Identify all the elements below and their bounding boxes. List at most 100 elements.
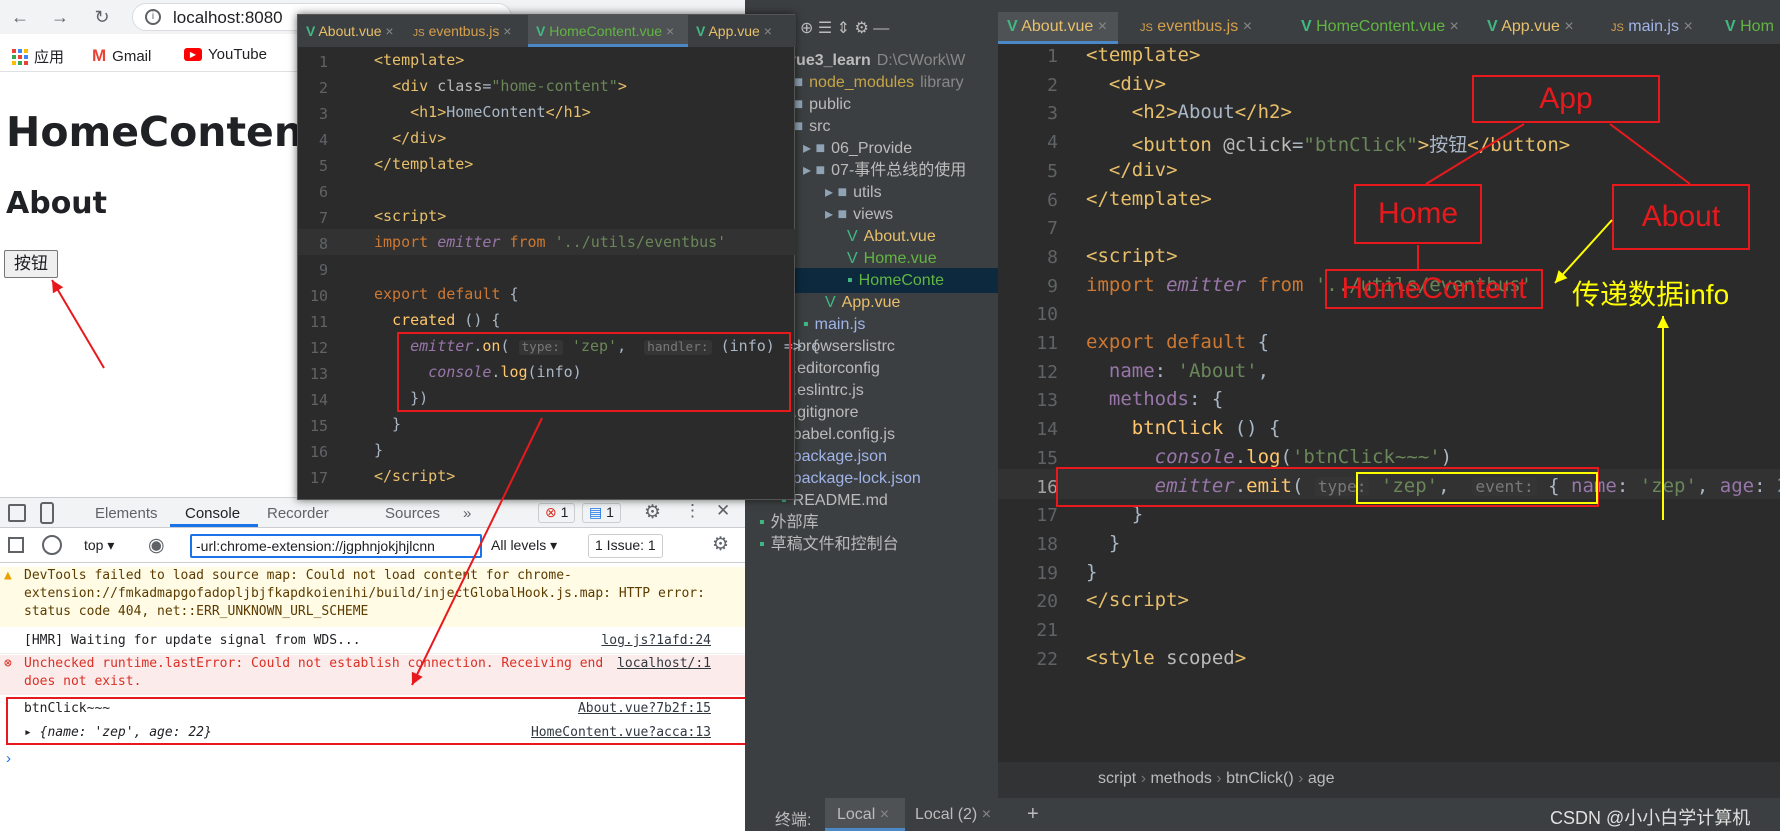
popup-line-number: 16 <box>309 443 328 461</box>
page-heading-about: About <box>6 186 108 221</box>
warning-icon: ▲ <box>4 568 12 583</box>
context-selector[interactable]: top ▾ <box>84 537 114 554</box>
close-tab-icon[interactable]: × <box>1450 18 1459 35</box>
console-prompt-icon[interactable]: › <box>6 750 11 767</box>
clear-console-icon[interactable] <box>42 535 62 555</box>
breadcrumb-item[interactable]: age <box>1308 770 1335 787</box>
vue-icon: V <box>306 23 316 39</box>
line-number: 21 <box>1036 620 1058 641</box>
code-editor[interactable]: 1 <template> 2 <div> 3 <h2>About</h2> 4 <but… <box>998 44 1780 762</box>
live-expression-eye-icon[interactable]: ◉ <box>148 534 165 557</box>
terminal-tab-local[interactable]: Local × <box>837 806 889 824</box>
close-tab-icon[interactable]: × <box>503 23 511 39</box>
console-settings-gear-icon[interactable]: ⚙ <box>712 533 729 556</box>
kebab-menu-icon[interactable]: ⋮ <box>684 501 701 521</box>
diagram-home-box: Home <box>1354 184 1482 244</box>
close-tab-icon[interactable]: × <box>385 23 393 39</box>
file-icon: V <box>825 294 836 311</box>
tab-app-vue[interactable]: V App.vue × <box>1487 18 1574 36</box>
message-counter[interactable]: ▤ 1 <box>582 503 621 523</box>
tab-console[interactable]: Console <box>185 505 240 522</box>
forward-icon[interactable]: → <box>48 5 72 29</box>
gmail-icon: M <box>92 46 107 65</box>
annotation-box-info-payload <box>1356 472 1598 504</box>
code-line: } <box>1086 531 1121 554</box>
tree-item[interactable]: ▪ 草稿文件和控制台 <box>745 532 899 557</box>
popup-code-line: } <box>374 441 384 459</box>
breadcrumb-item[interactable]: btnClick() <box>1226 770 1294 787</box>
tab-home-vue[interactable]: V Hom <box>1725 18 1774 36</box>
sidebar-toggle-icon[interactable] <box>8 537 24 553</box>
breadcrumb-item[interactable]: script <box>1098 770 1136 787</box>
popup-tab-eventbus-js[interactable]: JS eventbus.js × <box>413 23 511 39</box>
bookmark-gmail[interactable]: M Gmail <box>92 46 151 66</box>
close-tab-icon[interactable]: × <box>1683 18 1692 35</box>
line-number: 10 <box>1036 304 1058 326</box>
close-tab-icon[interactable]: × <box>666 23 674 39</box>
tree-item-label: README.md <box>792 492 888 509</box>
close-tab-icon[interactable]: × <box>1243 18 1252 35</box>
close-terminal-icon[interactable]: × <box>880 806 889 823</box>
new-terminal-plus-icon[interactable]: + <box>1027 803 1039 826</box>
tree-item-label: views <box>853 206 894 223</box>
diagram-homecontent-box: HomeContent <box>1325 269 1543 309</box>
source-link[interactable]: localhost/:1 <box>617 655 711 673</box>
message-icon: ▤ <box>589 504 603 520</box>
popup-tab-app-vue[interactable]: V App.vue × <box>696 23 772 39</box>
popup-code-line: <h1>HomeContent</h1> <box>410 103 591 121</box>
line-number: 11 <box>1036 333 1058 354</box>
more-tabs-icon[interactable]: » <box>463 505 471 522</box>
context-label: top <box>84 537 104 553</box>
close-terminal-icon[interactable]: × <box>982 806 991 823</box>
popup-line-number: 11 <box>309 313 328 331</box>
close-tab-icon[interactable]: × <box>1098 18 1107 35</box>
line-number: 8 <box>1047 246 1058 268</box>
bookmark-label: Gmail <box>112 47 152 65</box>
folder-icon: ▸ ■ <box>825 206 848 223</box>
tab-elements[interactable]: Elements <box>95 505 158 522</box>
tree-item-label: node_modules <box>809 74 915 91</box>
info-icon[interactable]: i <box>145 9 161 25</box>
log-levels-dropdown[interactable]: All levels ▾ <box>491 537 557 554</box>
bookmark-apps[interactable]: 应用 <box>12 46 64 67</box>
console-filter-input[interactable]: -url:chrome-extension://jgphnjokjhjlcnn <box>190 534 482 558</box>
close-tab-icon[interactable]: × <box>1564 18 1573 35</box>
error-counter[interactable]: ⊗ 1 <box>538 503 576 523</box>
inspect-icon[interactable] <box>8 504 26 522</box>
terminal-tab-local-2[interactable]: Local (2) × <box>915 806 991 824</box>
homecontent-editor-popup[interactable]: V About.vue × JS eventbus.js × V HomeCon… <box>297 14 820 500</box>
popup-tab-about-vue[interactable]: V About.vue × <box>306 23 394 39</box>
annotation-box-emitter-on <box>397 332 791 412</box>
youtube-icon: ▶ <box>184 48 202 61</box>
breadcrumb-item[interactable]: methods <box>1150 770 1211 787</box>
close-devtools-icon[interactable]: ✕ <box>716 501 730 521</box>
tab-sources[interactable]: Sources <box>385 505 440 522</box>
js-icon: JS <box>413 28 425 39</box>
popup-tab-homecontent-vue[interactable]: V HomeContent.vue × <box>536 23 674 39</box>
popup-code-line: export default { <box>374 285 519 303</box>
settings-gear-icon[interactable]: ⚙ <box>644 501 661 524</box>
close-tab-icon[interactable]: × <box>764 23 772 39</box>
tree-item-label: .eslintrc.js <box>792 382 864 399</box>
diagram-caption: 传递数据info <box>1572 279 1730 310</box>
tab-main-js[interactable]: JS main.js × <box>1611 18 1693 36</box>
line-number: 15 <box>1036 447 1058 469</box>
bookmark-youtube[interactable]: ▶ YouTube <box>184 46 267 63</box>
tab-eventbus-js[interactable]: JS eventbus.js × <box>1140 18 1252 36</box>
source-link[interactable]: log.js?1afd:24 <box>601 632 711 650</box>
line-number: 6 <box>1047 189 1058 211</box>
page-button[interactable]: 按钮 <box>4 250 58 278</box>
project-toolbar-icons[interactable]: ⊕ ☰ ⇕ ⚙ — <box>800 18 889 38</box>
tab-recorder[interactable]: Recorder <box>267 505 329 522</box>
devtools-tabbar: Elements Console Recorder Sources » ⊗ 1 … <box>0 498 745 528</box>
tab-about-vue[interactable]: V About.vue × <box>1007 18 1107 36</box>
vue-icon: V <box>696 23 706 39</box>
tree-item-label: babel.config.js <box>792 426 895 443</box>
tab-label: App.vue <box>708 23 760 39</box>
issues-button[interactable]: 1 Issue: 1 <box>588 534 663 558</box>
reload-icon[interactable]: ↻ <box>90 5 114 29</box>
back-icon[interactable]: ← <box>8 5 32 29</box>
device-toggle-icon[interactable] <box>40 502 54 524</box>
line-number: 3 <box>1047 103 1058 125</box>
tab-homecontent-vue[interactable]: V HomeContent.vue × <box>1301 18 1459 36</box>
